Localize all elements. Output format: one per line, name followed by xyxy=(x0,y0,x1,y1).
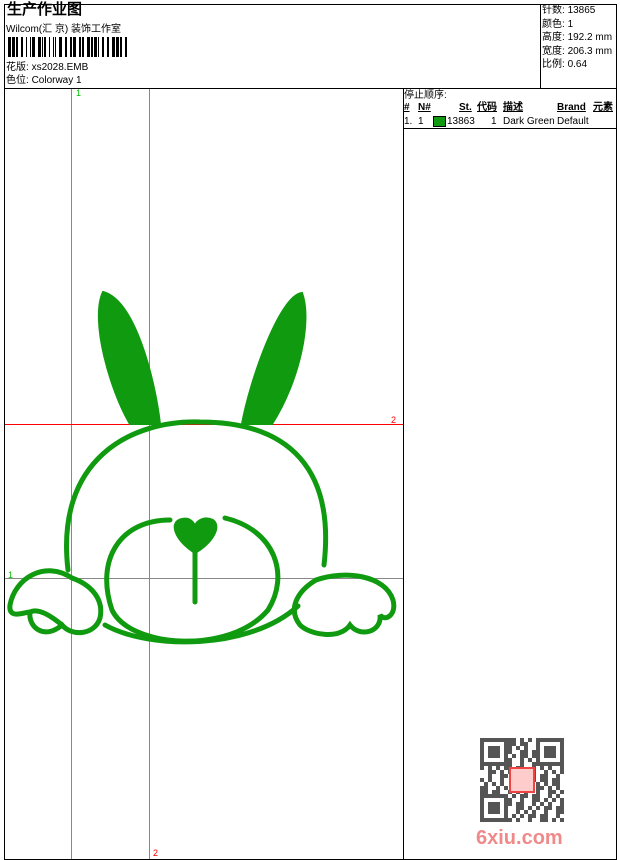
left-paw-toes xyxy=(27,608,65,628)
right-paw xyxy=(292,572,397,637)
nose xyxy=(173,517,218,555)
watermark-text: 6xiu.com xyxy=(476,827,563,849)
seal-stamp xyxy=(509,767,535,793)
qr-code xyxy=(480,738,564,822)
embroidery-design-bunny xyxy=(7,290,397,645)
right-ear xyxy=(240,291,307,425)
left-paw xyxy=(7,568,104,636)
left-ear xyxy=(97,290,162,425)
production-worksheet: 生产作业图 Wilcom(汇 京) 装饰工作室 花版: xs2028.EMB 色… xyxy=(0,0,620,860)
